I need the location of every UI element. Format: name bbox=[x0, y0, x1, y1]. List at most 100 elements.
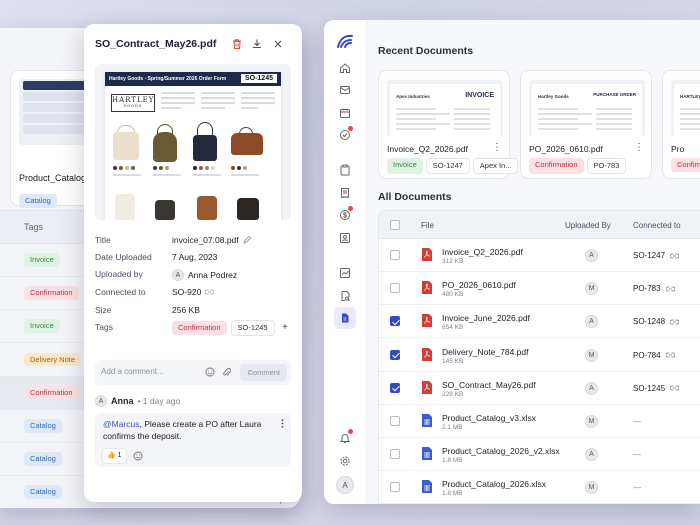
file-size: 228 KB bbox=[442, 390, 464, 398]
file-column-header[interactable]: File bbox=[421, 221, 434, 230]
connected-reference[interactable]: — bbox=[633, 417, 641, 426]
delete-icon[interactable] bbox=[231, 38, 243, 50]
recent-document-tag[interactable]: Invoice bbox=[387, 158, 423, 174]
contacts-icon[interactable] bbox=[334, 227, 356, 249]
table-row[interactable]: Delivery_Note_784.pdf 145 KB M PO-784 bbox=[379, 339, 700, 372]
analytics-icon[interactable] bbox=[334, 262, 356, 284]
comment-input[interactable] bbox=[101, 367, 201, 376]
notifications-icon[interactable] bbox=[334, 427, 356, 449]
link-icon[interactable] bbox=[670, 253, 680, 259]
document-search-icon[interactable] bbox=[334, 285, 356, 307]
back-card-tag[interactable]: Catalog bbox=[19, 194, 57, 208]
file-name[interactable]: Delivery_Note_784.pdf bbox=[442, 347, 528, 357]
recent-document-card[interactable]: Hartley Goods PURCHASE ORDER PO_2026_0610.… bbox=[520, 70, 652, 179]
add-tag-button[interactable]: + bbox=[279, 321, 292, 334]
row-checkbox[interactable] bbox=[390, 283, 400, 294]
recent-document-tag[interactable]: PO-783 bbox=[586, 158, 627, 174]
uploaded-by-column-header[interactable]: Uploaded By bbox=[565, 221, 611, 230]
billing-icon[interactable] bbox=[334, 204, 356, 226]
file-name[interactable]: PO_2026_0610.pdf bbox=[442, 280, 516, 290]
row-checkbox[interactable] bbox=[390, 316, 400, 327]
download-icon[interactable] bbox=[251, 38, 263, 50]
row-checkbox[interactable] bbox=[390, 482, 400, 493]
table-row[interactable]: PO_2026_0610.pdf 480 KB M PO-783 bbox=[379, 272, 700, 306]
calendar-icon[interactable] bbox=[334, 102, 356, 124]
file-name[interactable]: Invoice_June_2026.pdf bbox=[442, 313, 530, 323]
recent-document-tag[interactable]: Apex In... bbox=[472, 158, 519, 174]
recent-document-tag[interactable]: Confirmation bbox=[529, 158, 584, 174]
more-options-icon[interactable]: ⋮ bbox=[634, 142, 644, 153]
back-row-tag[interactable]: Delivery Note bbox=[24, 352, 82, 367]
document-preview[interactable]: Hartley Goods · Spring/Summer 2026 Order… bbox=[95, 64, 291, 220]
uploader-avatar: M bbox=[585, 481, 598, 495]
reaction-thumbs-up[interactable]: 👍 1 bbox=[102, 448, 127, 464]
back-row-tag[interactable]: Invoice bbox=[24, 253, 60, 267]
connected-value[interactable]: SO-920 bbox=[172, 287, 201, 297]
attach-icon[interactable] bbox=[222, 367, 231, 378]
tag-confirmation[interactable]: Confirmation bbox=[172, 321, 227, 335]
row-checkbox[interactable] bbox=[390, 349, 400, 360]
icon-rail: A bbox=[324, 20, 367, 504]
back-row-tag[interactable]: Confirmation bbox=[24, 286, 79, 300]
row-checkbox[interactable] bbox=[390, 382, 400, 393]
file-name[interactable]: Product_Catalog_v3.xlsx bbox=[442, 413, 536, 423]
connected-reference[interactable]: SO-1248 bbox=[633, 317, 665, 326]
uploader-name: Anna Podrez bbox=[188, 270, 238, 280]
back-row-tag[interactable]: Catalog bbox=[24, 452, 62, 466]
emoji-icon[interactable] bbox=[205, 367, 215, 377]
back-row-tag[interactable]: Catalog bbox=[24, 485, 62, 499]
back-row-tag[interactable]: Confirmation bbox=[24, 385, 79, 400]
table-row[interactable]: Product_Catalog_2026.xlsx 1.8 MB M — bbox=[379, 471, 700, 504]
file-name[interactable]: Product_Catalog_2026.xlsx bbox=[442, 479, 546, 489]
settings-icon[interactable] bbox=[334, 450, 356, 472]
link-icon[interactable] bbox=[670, 385, 680, 391]
link-icon[interactable] bbox=[670, 319, 680, 325]
row-checkbox[interactable] bbox=[390, 449, 400, 460]
add-reaction-icon[interactable] bbox=[133, 451, 143, 461]
recent-document-name: Pro bbox=[671, 144, 685, 154]
documents-icon[interactable] bbox=[334, 307, 356, 329]
file-name[interactable]: Product_Catalog_2026_v2.xlsx bbox=[442, 446, 560, 456]
mail-icon[interactable] bbox=[334, 79, 356, 101]
more-options-icon[interactable]: ⋮ bbox=[492, 142, 502, 153]
select-all-checkbox[interactable] bbox=[390, 220, 400, 230]
recent-document-tag[interactable]: Confirm bbox=[671, 158, 700, 172]
comment-button[interactable]: Comment bbox=[240, 364, 287, 381]
user-avatar[interactable]: A bbox=[336, 476, 354, 494]
table-row[interactable]: Invoice_Q2_2026.pdf 312 KB A SO-1247 bbox=[379, 239, 700, 272]
file-name[interactable]: SO_Contract_May26.pdf bbox=[442, 380, 536, 390]
tasks-icon[interactable] bbox=[334, 124, 356, 146]
connected-reference[interactable]: PO-784 bbox=[633, 351, 661, 360]
link-icon[interactable] bbox=[665, 286, 675, 292]
table-row[interactable]: Invoice_June_2026.pdf 654 KB A SO-1248 bbox=[379, 305, 700, 339]
connected-column-header[interactable]: Connected to bbox=[633, 221, 681, 230]
link-icon[interactable] bbox=[205, 289, 215, 295]
receipt-icon[interactable] bbox=[334, 182, 356, 204]
connected-reference[interactable]: — bbox=[633, 483, 641, 492]
table-row[interactable]: Product_Catalog_v3.xlsx 2.1 MB M — bbox=[379, 405, 700, 438]
comment-more-icon[interactable] bbox=[281, 419, 284, 428]
recent-document-card[interactable]: HARTLEYPro⋮Confirm bbox=[662, 70, 700, 179]
connected-reference[interactable]: SO-1245 bbox=[633, 384, 665, 393]
connected-reference[interactable]: PO-783 bbox=[633, 284, 661, 293]
connected-reference[interactable]: — bbox=[633, 450, 641, 459]
connected-cell: SO-1248 bbox=[633, 317, 680, 326]
recent-document-card[interactable]: Apex Industries INVOICE Invoice_Q2_2026.pd… bbox=[378, 70, 519, 179]
table-row[interactable]: SO_Contract_May26.pdf 228 KB A SO-1245 bbox=[379, 372, 700, 405]
link-icon[interactable] bbox=[665, 352, 675, 358]
tag-so-1245[interactable]: SO-1245 bbox=[230, 320, 275, 336]
app-logo-icon[interactable] bbox=[334, 30, 356, 52]
edit-pencil-icon[interactable] bbox=[242, 236, 251, 244]
file-name[interactable]: Invoice_Q2_2026.pdf bbox=[442, 247, 523, 257]
recent-document-tag[interactable]: SO-1247 bbox=[425, 158, 470, 174]
back-row-tag[interactable]: Catalog bbox=[24, 419, 62, 433]
close-icon[interactable] bbox=[272, 38, 284, 50]
clipboard-icon[interactable] bbox=[334, 159, 356, 181]
comment-mention[interactable]: @Marcus bbox=[103, 419, 140, 429]
table-row[interactable]: Product_Catalog_2026_v2.xlsx 1.8 MB A — bbox=[379, 438, 700, 472]
home-icon[interactable] bbox=[334, 57, 356, 79]
connected-reference[interactable]: SO-1247 bbox=[633, 251, 665, 260]
back-row-tag[interactable]: Invoice bbox=[24, 319, 60, 333]
row-checkbox[interactable] bbox=[390, 250, 400, 260]
row-checkbox[interactable] bbox=[390, 416, 400, 426]
